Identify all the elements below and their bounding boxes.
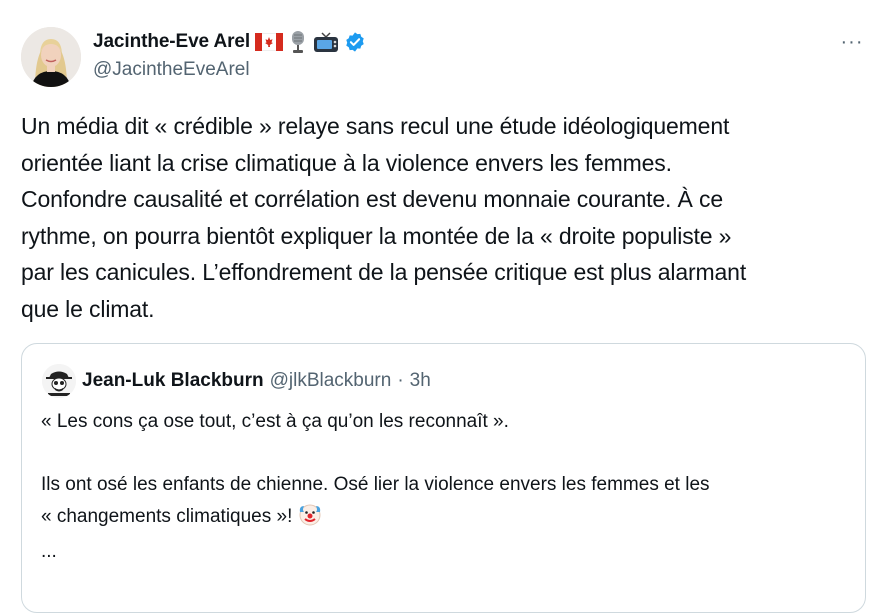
television-icon (313, 31, 339, 53)
quoted-tweet-text: « Les cons ça ose tout, c’est à ça qu’on… (41, 406, 851, 568)
verified-badge-icon[interactable] (344, 31, 366, 53)
quoted-author-display-name[interactable]: Jean-Luk Blackburn (82, 370, 264, 392)
clown-face-icon (298, 502, 322, 537)
meta-separator: · (397, 370, 404, 391)
quoted-author-handle[interactable]: @jlkBlackburn (270, 370, 392, 392)
quoted-text-line1: « Les cons ça ose tout, c’est à ça qu’on… (41, 411, 509, 432)
quoted-text-line2: Ils ont osé les enfants de chienne. Osé … (41, 474, 710, 527)
tweet-text: Un média dit « crédible » relaye sans re… (21, 113, 747, 322)
microphone-icon (288, 30, 308, 54)
quoted-tweet[interactable]: Jean-Luk Blackburn @jlkBlackburn · 3h « … (21, 343, 866, 613)
more-options-icon: ··· (840, 30, 864, 53)
author-photo (21, 27, 81, 87)
author-display-name[interactable]: Jacinthe-Eve Arel (93, 31, 250, 53)
tweet: Jacinthe-Eve Arel @JacintheEveArel ··· U… (0, 0, 896, 613)
quoted-author-avatar[interactable] (42, 364, 76, 398)
author-avatar[interactable] (21, 27, 81, 87)
quoted-text-ellipsis: ... (41, 541, 57, 562)
quoted-meta: @jlkBlackburn · 3h (270, 370, 431, 392)
author-handle[interactable]: @JacintheEveArel (93, 59, 366, 81)
more-options-button[interactable]: ··· (838, 30, 866, 53)
quoted-author-photo (42, 364, 76, 398)
author-header: Jacinthe-Eve Arel @JacintheEveArel (93, 29, 366, 81)
canada-flag-icon (255, 33, 284, 51)
quoted-tweet-header: Jean-Luk Blackburn @jlkBlackburn · 3h (42, 364, 431, 398)
quoted-timestamp[interactable]: 3h (410, 370, 431, 392)
